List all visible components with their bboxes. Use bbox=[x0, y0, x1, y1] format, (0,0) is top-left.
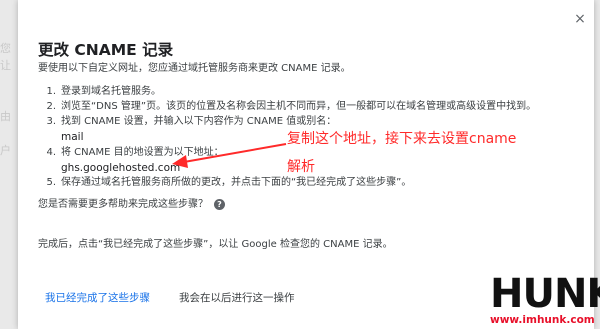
dialog-title: 更改 CNAME 记录 bbox=[38, 41, 174, 59]
list-item: 3. 找到 CNAME 设置，并输入以下内容作为 CNAME 值或别名： bbox=[46, 116, 337, 127]
annotation-line-1: 复制这个地址，接下来去设置cname bbox=[287, 131, 517, 147]
help-icon[interactable]: ? bbox=[214, 198, 225, 210]
hunk-logo: HUNK www.imhunk.com bbox=[490, 271, 600, 329]
annotation-arrow-icon bbox=[172, 143, 287, 168]
help-prompt: 您是否需要更多帮助来完成这些步骤？? bbox=[38, 195, 225, 210]
list-item: 1. 登录到域名托管服务。 bbox=[46, 86, 161, 97]
done-instructions: 完成后，点击“我已经完成了这些步骤”，以让 Google 检查您的 CNAME … bbox=[38, 239, 393, 250]
annotation-line-2: 解析 bbox=[287, 159, 315, 175]
list-item: 2. 浏览至“DNS 管理”页。该页的位置及名称会因主机不同而异，但一般都可以在域… bbox=[46, 101, 537, 112]
backdrop-page-fragment: 您让由户 bbox=[0, 42, 11, 157]
cname-value: mail bbox=[61, 131, 84, 143]
close-icon[interactable]: × bbox=[571, 10, 589, 28]
cname-target: ghs.googlehosted.com bbox=[61, 162, 181, 174]
steps-completed-button[interactable]: 我已经完成了这些步骤 bbox=[45, 290, 150, 305]
logo-wordmark: HUNK bbox=[490, 271, 600, 317]
dialog-subtitle: 要使用以下自定义网址，您应通过域托管服务商来更改 CNAME 记录。 bbox=[38, 63, 351, 74]
list-item: 5. 保存通过域名托管服务商所做的更改，并点击下面的“我已经完成了这些步骤”。 bbox=[46, 177, 412, 188]
logo-url: www.imhunk.com bbox=[490, 314, 595, 326]
do-later-button[interactable]: 我会在以后进行这一操作 bbox=[179, 290, 295, 305]
